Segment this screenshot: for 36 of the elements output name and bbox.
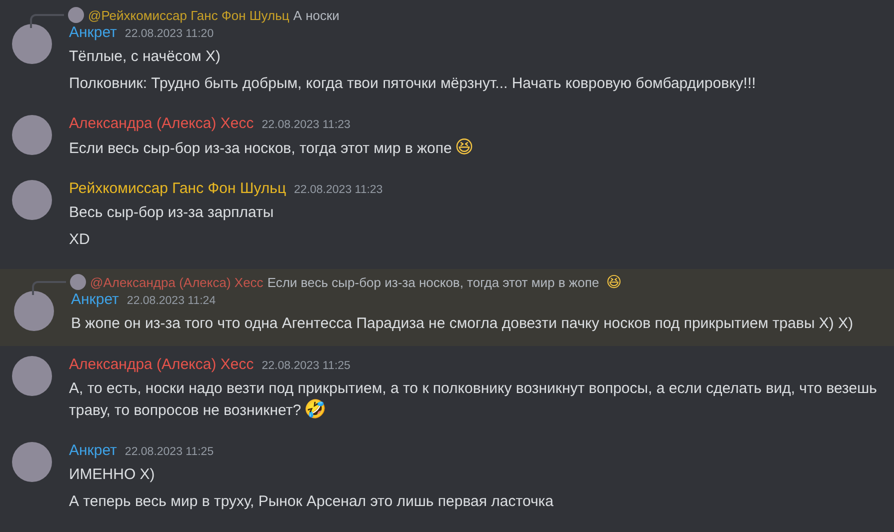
message-text: Весь сыр-бор из-за зарплаты [69, 203, 275, 223]
message-timestamp: 22.08.2023 11:24 [126, 295, 216, 307]
avatar-placeholder[interactable] [14, 291, 54, 331]
message-text: Полковник: Трудно быть добрым, когда твои пяточки мёрзнут... Начать ковровую бомбардировку!!! [69, 74, 756, 94]
message-text: ИМЕННО X) [69, 465, 156, 485]
reply-preview-text[interactable]: Если весь сыр-бор из-за носков, тогда этот мир в жопе [267, 274, 600, 290]
emoji: 😆 [454, 137, 474, 158]
avatar-placeholder[interactable] [68, 7, 84, 23]
avatar-placeholder[interactable] [12, 356, 52, 396]
author-name[interactable]: Анкрет [69, 442, 117, 459]
author-name[interactable]: Рейхкомиссар Ганс Фон Шульц [69, 180, 286, 197]
message-text: В жопе он из-за того что одна Агентесса Парадиза не смогла довезти пачку носков под прикрытием травы X) X) [71, 314, 854, 334]
avatar-placeholder[interactable] [12, 115, 52, 155]
author-name[interactable]: Александра (Алекса) Хесс [69, 115, 254, 132]
message-timestamp: 22.08.2023 11:23 [262, 119, 350, 131]
avatar-placeholder[interactable] [12, 24, 52, 64]
avatar-placeholder[interactable] [70, 274, 86, 290]
reply-author-name[interactable]: @Рейхкомиссар Ганс Фон Шульц [88, 8, 290, 22]
message-text: А теперь весь мир в труху, Рынок Арсенал это лишь первая ласточка [69, 492, 554, 512]
author-name[interactable]: Анкрет [69, 24, 117, 41]
avatar-placeholder[interactable] [12, 180, 52, 220]
message-timestamp: 22.08.2023 11:23 [294, 184, 383, 196]
message-text: Тёплые, с начёсом X) [69, 47, 222, 67]
message-text: А, то есть, носки надо везти под прикрытием, а то к полковнику возникнут вопросы, а если сделать вид, что везешь траву, то вопросов не возникнет? 🤣 [69, 379, 878, 421]
message-timestamp: 22.08.2023 11:20 [124, 28, 214, 40]
message-timestamp: 22.08.2023 11:25 [262, 360, 350, 372]
reply-preview-text[interactable]: А носки [293, 8, 340, 22]
author-name[interactable]: Александра (Алекса) Хесс [69, 356, 254, 373]
message-text: Если весь сыр-бор из-за носков, тогда этот мир в жопе 😆 [69, 137, 474, 159]
message-text: XD [69, 230, 91, 250]
emoji: 🤣 [304, 399, 326, 420]
avatar-placeholder[interactable] [12, 442, 52, 482]
author-name[interactable]: Анкрет [71, 291, 119, 308]
reply-author-name[interactable]: @Александра (Алекса) Хесс [90, 274, 264, 290]
message-timestamp: 22.08.2023 11:25 [124, 446, 214, 458]
emoji: 😆 [606, 273, 622, 291]
